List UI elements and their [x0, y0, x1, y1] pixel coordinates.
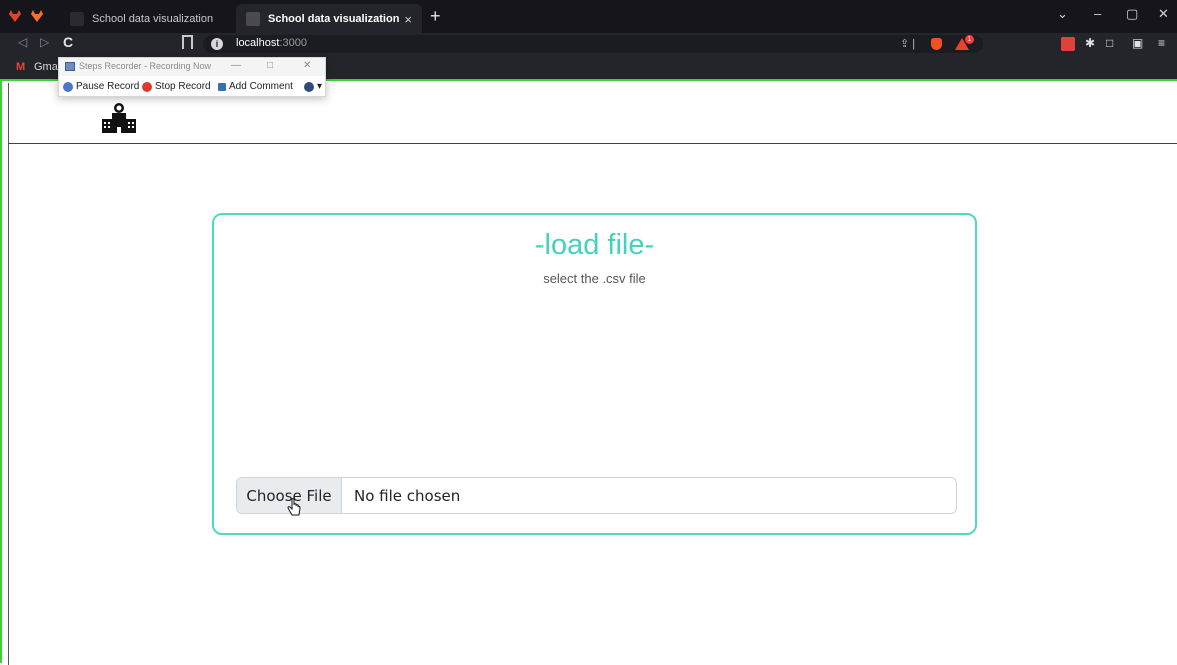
stop-icon	[142, 81, 152, 92]
school-favicon-icon	[70, 11, 84, 26]
file-status-text: No file chosen	[354, 486, 461, 505]
help-icon	[304, 81, 314, 92]
minimize-button[interactable]: –	[1094, 6, 1101, 21]
sidebar-icon[interactable]: □	[1106, 36, 1113, 50]
recorder-close-button[interactable]: ✕	[303, 60, 311, 71]
address-bar[interactable]: i localhost:3000 ⇪ | 1	[203, 35, 983, 53]
tab-school-data-1[interactable]: School data visualization	[60, 4, 232, 33]
recorder-maximize-button[interactable]: □	[267, 60, 273, 71]
close-window-button[interactable]: ✕	[1158, 6, 1169, 22]
wallet-icon[interactable]: ▣	[1132, 36, 1143, 50]
recorder-titlebar[interactable]: Steps Recorder - Recording Now — □ ✕	[59, 58, 325, 76]
tab-search-icon[interactable]: ⌄	[1057, 6, 1068, 22]
gmail-icon: M	[16, 61, 26, 73]
recorder-app-icon	[65, 62, 75, 71]
share-icon[interactable]: ⇪ |	[900, 37, 915, 50]
school-favicon-icon	[246, 11, 260, 26]
site-info-icon[interactable]: i	[211, 38, 223, 50]
new-tab-button[interactable]: +	[430, 6, 441, 27]
restore-button[interactable]: ▢	[1126, 6, 1138, 22]
forward-icon[interactable]: ▷	[40, 35, 49, 49]
rewards-badge: 1	[965, 35, 974, 44]
menu-icon[interactable]: ≡	[1158, 36, 1165, 50]
bookmark-icon[interactable]	[182, 35, 193, 49]
csv-file-input[interactable]: Choose File No file chosen	[236, 477, 957, 514]
extensions-puzzle-icon[interactable]: ✱	[1085, 36, 1095, 50]
stop-record-button[interactable]: Stop Record	[142, 81, 211, 92]
card-subtitle: select the .csv file	[543, 271, 646, 286]
recorder-minimize-button[interactable]: —	[231, 60, 241, 71]
tab-title: School data visualization	[92, 12, 214, 25]
help-button[interactable]: ▾	[304, 81, 322, 92]
back-icon[interactable]: ◁	[18, 35, 27, 49]
browser-toolbar: ◁ ▷ C i localhost:3000 ⇪ | 1 ✱ □ ▣ ≡	[0, 33, 1177, 55]
brave-shield-icon[interactable]	[931, 38, 942, 50]
load-file-card: -load file- select the .csv file Choose …	[212, 213, 977, 535]
add-comment-button[interactable]: Add Comment	[218, 81, 293, 92]
gitlab-icon[interactable]	[30, 9, 44, 23]
hand-cursor-icon	[287, 498, 301, 516]
pause-record-button[interactable]: Pause Record	[63, 81, 139, 92]
extension-icon[interactable]	[1061, 37, 1075, 51]
pause-icon	[63, 81, 73, 92]
steps-recorder-window[interactable]: Steps Recorder - Recording Now — □ ✕ Pau…	[58, 57, 326, 97]
recorder-toolbar: Pause Record Stop Record Add Comment ▾	[59, 78, 325, 96]
browser-tab-strip: School data visualization School data vi…	[0, 0, 1177, 33]
recorder-title: Steps Recorder - Recording Now	[79, 61, 212, 71]
school-building-icon	[102, 103, 136, 133]
url-text: localhost:3000	[236, 37, 307, 49]
tab-close-icon[interactable]: ×	[404, 12, 412, 27]
card-title: -load file-	[534, 229, 655, 261]
reload-icon[interactable]: C	[63, 34, 73, 50]
page-divider	[8, 144, 9, 665]
comment-icon	[218, 82, 226, 91]
tab-title: School data visualization	[268, 12, 400, 25]
gitlab-icon[interactable]	[8, 9, 22, 23]
tab-school-data-2[interactable]: School data visualization ×	[236, 4, 422, 33]
